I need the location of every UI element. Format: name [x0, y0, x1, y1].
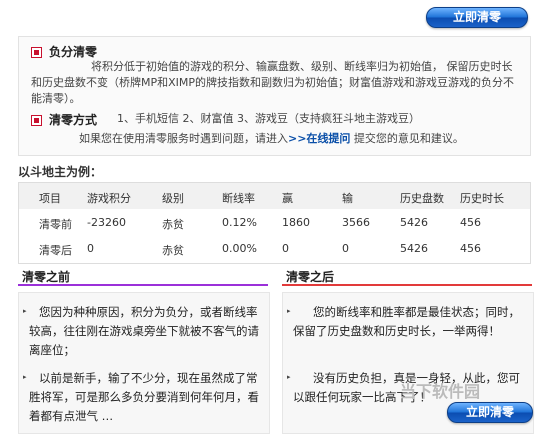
clear-method-options: 1、手机短信 2、财富值 3、游戏豆（支持疯狂斗地主游戏豆）	[117, 112, 420, 125]
after-title: 清零之后	[286, 270, 335, 284]
help-line: 如果您在使用清零服务时遇到问题，请进入>>在线提问 提交您的意见和建议。	[79, 131, 464, 147]
row-lose: 0	[342, 242, 349, 255]
red-square-bullet-icon	[31, 115, 42, 126]
triangle-bullet-icon: ▸	[23, 307, 27, 315]
row-history-time: 456	[460, 242, 481, 255]
header-lose: 输	[342, 192, 353, 205]
row-win: 0	[282, 242, 289, 255]
before-paragraph-1: 您因为种种原因，积分为负分，或者断线率较高，往往刚在游戏桌旁坐下就被不客气的请离…	[29, 305, 259, 357]
row-disconnect: 0.00%	[222, 242, 257, 255]
row-level: 赤贫	[162, 244, 184, 257]
header-disconnect: 断线率	[222, 192, 255, 205]
row-disconnect: 0.12%	[222, 216, 257, 229]
header-level: 级别	[162, 192, 184, 205]
row-lose: 3566	[342, 216, 370, 229]
after-underline	[282, 284, 532, 286]
header-item: 项目	[39, 192, 61, 205]
triangle-bullet-icon: ▸	[287, 307, 291, 315]
row-history-games: 5426	[400, 216, 428, 229]
negative-clear-title: 负分清零	[49, 45, 98, 59]
before-paragraph-2: 以前是新手，输了不少分，现在虽然成了常胜将军，可是那么多负分要消到何年何月，看着…	[29, 371, 259, 423]
before-title: 清零之前	[22, 270, 71, 284]
example-title: 以斗地主为例：	[18, 165, 103, 179]
header-win: 赢	[282, 192, 293, 205]
clear-now-button-bottom[interactable]: 立即清零	[447, 402, 533, 423]
header-score: 游戏积分	[87, 192, 131, 205]
help-prefix: 如果您在使用清零服务时遇到问题，请进入	[79, 132, 288, 145]
row-label: 清零后	[39, 244, 72, 257]
row-level: 赤贫	[162, 218, 184, 231]
row-history-games: 5426	[400, 242, 428, 255]
watermark-logo: 当下软件园	[400, 382, 481, 401]
info-panel: 负分清零 将积分低于初始值的游戏的积分、输赢盘数、级别、断线率归为初始值， 保留…	[18, 36, 531, 156]
online-question-link[interactable]: >>在线提问	[288, 132, 350, 145]
clear-now-button-top[interactable]: 立即清零	[426, 7, 528, 28]
row-score: -23260	[87, 216, 126, 229]
red-square-bullet-icon	[31, 47, 42, 58]
row-label: 清零前	[39, 218, 72, 231]
negative-clear-description: 将积分低于初始值的游戏的积分、输赢盘数、级别、断线率归为初始值， 保留历史时长和…	[31, 60, 515, 105]
row-score: 0	[87, 242, 94, 255]
clear-method-title: 清零方式	[49, 113, 98, 127]
triangle-bullet-icon: ▸	[287, 373, 291, 381]
before-underline	[18, 284, 268, 286]
triangle-bullet-icon: ▸	[23, 373, 27, 381]
header-history-games: 历史盘数	[400, 192, 444, 205]
example-table: 项目 游戏积分 级别 断线率 赢 输 历史盘数 历史时长 清零前 -23260 …	[18, 182, 531, 264]
row-history-time: 456	[460, 216, 481, 229]
after-paragraph-1: 您的断线率和胜率都是最佳状态；同时，保留了历史盘数和历史时长，一举两得！	[293, 305, 520, 338]
help-suffix: 提交您的意见和建议。	[350, 132, 464, 145]
row-win: 1860	[282, 216, 310, 229]
header-history-time: 历史时长	[460, 192, 504, 205]
before-panel: ▸ 您因为种种原因，积分为负分，或者断线率较高，往往刚在游戏桌旁坐下就被不客气的…	[18, 292, 270, 434]
